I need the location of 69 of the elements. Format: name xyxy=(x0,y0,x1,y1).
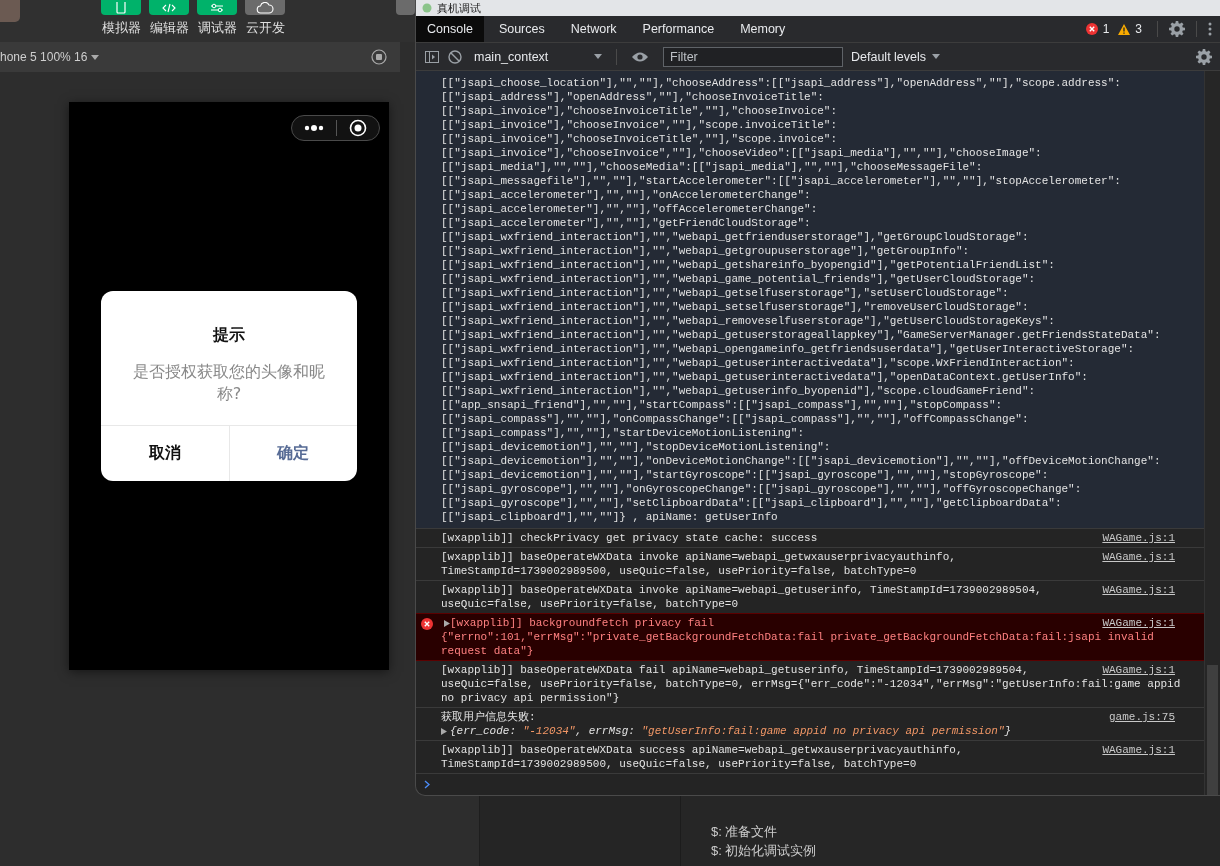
expand-icon[interactable] xyxy=(441,728,447,735)
toolbar-button[interactable] xyxy=(149,0,189,15)
prompt-icon[interactable] xyxy=(424,780,430,789)
warning-count: 3 xyxy=(1135,22,1142,36)
log-text: [wxapplib]] baseOperateWXData invoke apiName=webapi_getwxauserprivacyauthinfo, xyxy=(441,550,957,564)
log-text: TimeStampId=1739002989500, useQuic=false, usePriority=false, batchType=0 xyxy=(441,564,918,578)
log-text: [["jsapi_choose_location"],"",""],"chooseAddress":[["jsapi_address"],"openAddress",""],"scope.address": [["jsapi_address"],"openAddress",""],"chooseInvoiceTitle": [["jsapi_invoice"],"chooseInvoiceTitle",""],"chooseInvoice": [["jsapi_invoice"],"chooseInvoice",""],"scope.invoiceTitle": [["jsapi_invoice"],"chooseInvoiceTitle",""],"scope.invoice": [["jsapi_invoice"],"chooseInvoice",""],"chooseVideo":[["jsapi_media"],"",""],"chooseImage": [["jsapi_media"],"",""],"chooseMedia":[["jsapi_media"],"",""],"chooseMessageFile": [["jsapi_messagefile"],"",""],"startAccelerometer":[["jsapi_accelerometer"],"",""],"stopAccelerometer": [["jsapi_accelerometer"],"",""],"onAccelerometerChange": [["jsapi_accelerometer"],"",""],"offAccelerometerChange": [["jsapi_accelerometer"],"",""],"getFriendCloudStorage": [["jsapi_wxfriend_interaction"],"","webapi_getfrienduserstorage"],"getGroupCloudStorage": [["jsapi_wxfriend_interaction"],"","webapi_getgroupuserstorage"],"getGroupInfo": [["jsapi_wxfriend_interaction"],"","webapi_getshareinfo_byopengid"],"getPotentialFriendList": [["jsapi_wxfriend_interaction"],"","webapi_game_potential_friends"],"getUserCloudStorage": [["jsapi_wxfriend_interaction"],"","webapi_getselfuserstorage"],"setUserCloudStorage": [["jsapi_wxfriend_interaction"],"","webapi_setselfuserstorage"],"removeUserCloudStorage": [["jsapi_wxfriend_interaction"],"","webapi_removeselfuserstorage"],"getUserCloudStorageKeys": [["jsapi_wxfriend_interaction"],"","webapi_getuserstorageallappkey"],"GameServerManager.getFriendsStateData": [["jsapi_wxfriend_interaction"],"","webapi_opengameinfo_getfriendsuserdata"],"getUserInteractiveStorage": [["jsapi_wxfriend_interaction"],"","webapi_getuserinteractivedata"],"scope.WxFriendInteraction": [["jsapi_wxfriend_interaction"],"","webapi_getuserinteractivedata"],"openDataContext.getUserInfo": [["jsapi_wxfriend_interaction"],"","webapi_getuserinfo_byopenid"],"scope.cloudGameFriend": [["app_snsapi_friend"],"",""],"startCompass":[["jsapi_compass"],"",""],"stopCompass": [["jsapi_compass"],"",""],"onCompassChange":[["jsapi_compass"],"",""],"offCompassChange": [["jsapi_compass"],"",""],"startDeviceMotionListening": [["jsapi_devicemotion"],"",""],"stopDeviceMotionListening": [["jsapi_devicemotion"],"",""],"onDeviceMotionChange":[["jsapi_devicemotion"],"",""],"offDeviceMotionChange": [["jsapi_devicemotion"],"",""],"startGyroscope":[["jsapi_gyroscope"],"",""],"stopGyroscope": [["jsapi_gyroscope"],"",""],"onGyroscopeChange":[["jsapi_gyroscope"],"",""],"offGyroscopeChange": [["jsapi_gyroscope"],"",""],"setClipboardData":[["jsapi_clipboard"],"",""],"getClipboardData": [["jsapi_clipboard"],"",""]} , apiName: getUserInfo xyxy=(441,76,1162,524)
confirm-button[interactable]: 确定 xyxy=(228,426,357,481)
toolbar-button[interactable] xyxy=(245,0,285,15)
source-link[interactable]: WAGame.js:1 xyxy=(1102,616,1175,630)
log-text: [wxapplib]] baseOperateWXData success apiName=webapi_getwxauserprivacyauthinfo, xyxy=(441,743,964,757)
log-text: [wxapplib]] backgroundfetch privacy fail xyxy=(450,616,716,630)
record-icon[interactable] xyxy=(371,49,387,65)
devtools-tab[interactable]: Sources xyxy=(487,16,556,42)
devtools-tab[interactable]: Network xyxy=(559,16,628,42)
dialog-message: 是否授权获取您的头像和昵称? xyxy=(132,361,326,405)
log-text: TimeStampId=1739002989500, useQuic=false, usePriority=false, batchType=0 xyxy=(441,757,918,771)
caret-icon xyxy=(91,54,100,60)
log-text: {"errno":101,"errMsg":"private_getBackgroundFetchData:fail private_getBackgroundFetchData:fail:jsapi invalid request data"} xyxy=(441,630,1155,658)
window-title: 真机调试 xyxy=(437,1,481,15)
source-link[interactable]: WAGame.js:1 xyxy=(1102,663,1175,677)
source-link[interactable]: game.js:75 xyxy=(1109,710,1175,724)
log-text: useQuic=false, usePriority=false, batchType=0 xyxy=(441,597,740,611)
app-icon xyxy=(422,3,432,13)
cancel-button[interactable]: 取消 xyxy=(101,426,229,481)
expand-icon[interactable] xyxy=(444,620,450,627)
devtools-tab[interactable]: Console xyxy=(416,16,484,42)
dialog-title: 提示 xyxy=(213,325,245,345)
error-icon xyxy=(1085,23,1098,35)
source-link[interactable]: WAGame.js:1 xyxy=(1102,743,1175,757)
caret-icon xyxy=(932,54,941,59)
code-icon xyxy=(162,2,176,13)
button-label: 云开发 xyxy=(245,21,285,35)
error-count: 1 xyxy=(1102,22,1110,36)
button-label: 调试器 xyxy=(197,21,237,35)
cloud-icon xyxy=(256,1,274,14)
source-link[interactable]: WAGame.js:1 xyxy=(1102,531,1175,545)
toolbar-button[interactable] xyxy=(197,0,237,15)
warning-icon xyxy=(1118,23,1131,35)
log-text: useQuic=false, usePriority=false, batchType=0, errMsg={"err_code":"-12034","errMsg":"getUserInfo:fail:game appid no privacy api permission"} xyxy=(441,677,1182,705)
phone-icon xyxy=(116,1,126,14)
device-menu[interactable]: hone 5 100% 16 xyxy=(0,50,100,64)
scrollbar[interactable] xyxy=(1207,665,1218,795)
filter-field[interactable]: Filter xyxy=(663,46,843,67)
caret-icon xyxy=(594,54,602,59)
sidebar-icon[interactable] xyxy=(424,48,440,65)
eye-icon[interactable] xyxy=(631,50,649,63)
capsule-menu[interactable] xyxy=(291,115,380,141)
object-preview[interactable]: {err_code: "-12034", errMsg: "getUserInfo:fail:game appid no privacy api permission"} xyxy=(450,724,1186,738)
button-label: 编辑器 xyxy=(149,21,189,35)
source-link[interactable]: WAGame.js:1 xyxy=(1102,583,1175,597)
log-text: [wxapplib]] baseOperateWXData fail apiName=webapi_getuserinfo, TimeStampId=1739002989504, xyxy=(441,663,1030,677)
settings-icon[interactable] xyxy=(1196,48,1212,65)
sliders-icon xyxy=(210,2,224,13)
context-dropdown[interactable]: main_context xyxy=(470,49,602,64)
log-text: 获取用户信息失败: xyxy=(441,710,537,724)
log-text: [wxapplib]] checkPrivacy get privacy state cache: success xyxy=(441,531,819,545)
output-line: $: 初始化调试实例 xyxy=(711,842,818,860)
output-line: $: 准备文件 xyxy=(711,823,779,841)
source-link[interactable]: WAGame.js:1 xyxy=(1102,550,1175,564)
error-icon xyxy=(421,618,433,630)
levels-dropdown[interactable]: Default levels xyxy=(851,49,941,64)
devtools-tab[interactable]: Performance xyxy=(631,16,726,42)
more-icon[interactable] xyxy=(304,125,324,131)
clear-icon[interactable] xyxy=(448,49,462,64)
devtools-tab[interactable]: Memory xyxy=(729,16,797,42)
log-text: [wxapplib]] baseOperateWXData invoke apiName=webapi_getuserinfo, TimeStampId=1739002989504, xyxy=(441,583,1043,597)
settings-icon[interactable] xyxy=(1169,21,1185,37)
button-label: 模拟器 xyxy=(101,21,141,35)
